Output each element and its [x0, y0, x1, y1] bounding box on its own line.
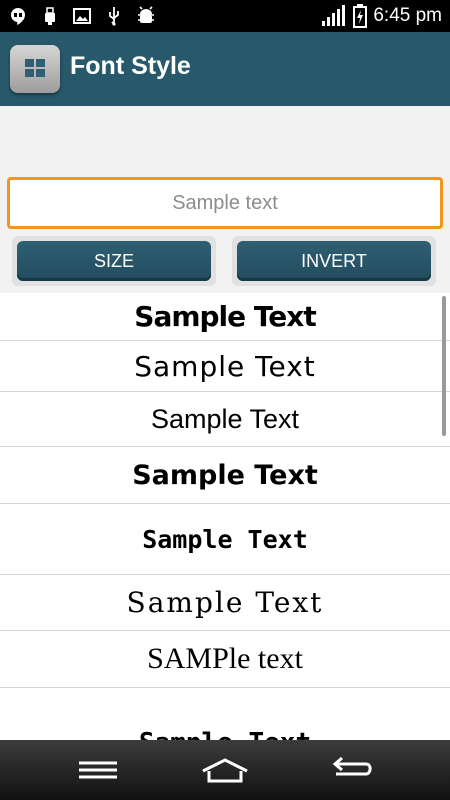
battery-charging-icon	[353, 4, 368, 28]
size-button[interactable]: SIZE	[17, 241, 211, 281]
invert-button[interactable]: INVERT	[237, 241, 431, 281]
hangouts-icon	[11, 8, 25, 25]
list-item[interactable]: Sample Text	[0, 341, 450, 392]
sample-text-input[interactable]	[7, 177, 443, 229]
usb-icon	[45, 7, 55, 25]
clock: 6:45 pm	[373, 5, 442, 26]
list-item[interactable]: Sample Text	[0, 447, 450, 504]
notification-icons	[8, 6, 156, 26]
list-item[interactable]: Sample Text	[0, 293, 450, 341]
list-item[interactable]: Sample Text	[0, 575, 450, 631]
list-scrollbar[interactable]	[442, 296, 446, 436]
status-indicators: 6:45 pm	[321, 4, 442, 28]
list-item[interactable]: Sample Text	[0, 504, 450, 575]
list-item[interactable]: Sample Text	[0, 688, 450, 740]
back-icon[interactable]	[322, 752, 382, 788]
app-title: Font Style	[70, 52, 191, 80]
home-icon[interactable]	[195, 752, 255, 788]
font-list[interactable]: Sample Text Sample Text Sample Text Samp…	[0, 293, 450, 740]
list-item[interactable]: Sample Text	[0, 392, 450, 447]
image-icon	[73, 8, 91, 24]
signal-icon	[322, 5, 346, 26]
app-bar: Font Style	[0, 32, 450, 106]
navigation-bar	[0, 740, 450, 800]
app-logo-icon[interactable]	[10, 45, 60, 93]
status-bar: 6:45 pm	[0, 0, 450, 32]
android-debug-icon	[138, 6, 154, 23]
size-button-frame: SIZE	[12, 236, 216, 286]
invert-button-frame: INVERT	[232, 236, 436, 286]
list-item[interactable]: SAMPle text	[0, 631, 450, 688]
menu-icon[interactable]	[68, 752, 128, 788]
usb-debug-icon	[109, 7, 119, 26]
